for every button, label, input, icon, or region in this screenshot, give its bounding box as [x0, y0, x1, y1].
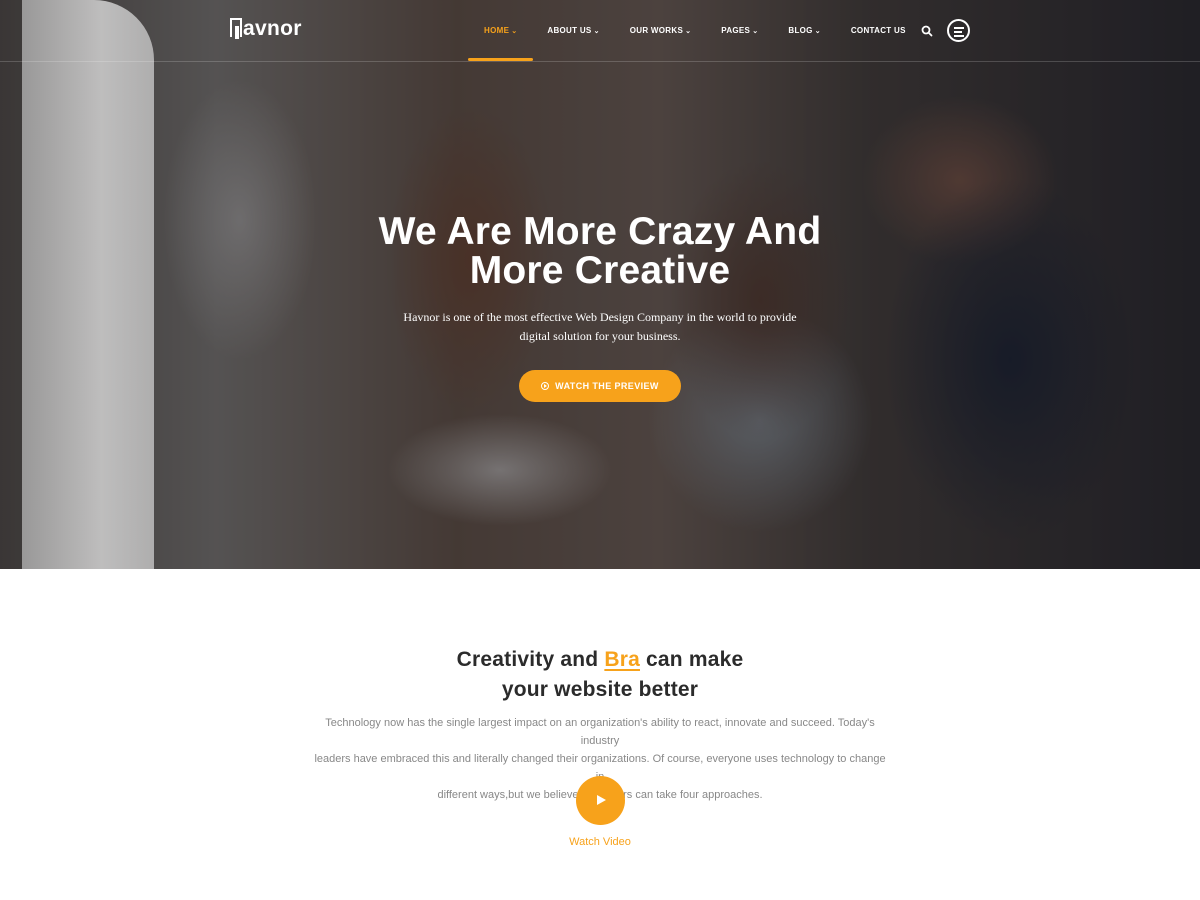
hamburger-menu-icon[interactable] — [947, 19, 970, 42]
chevron-down-icon: ⌄ — [752, 28, 759, 35]
section-heading-line: your website better — [501, 678, 699, 701]
heading-text: can make — [639, 648, 744, 671]
brand-name: avnor — [243, 17, 302, 40]
search-icon[interactable] — [921, 24, 933, 37]
top-navbar: avnor HOME ⌄ ABOUT US ⌄ OUR WORKS ⌄ PAGES ⌄ … — [0, 0, 1200, 62]
chevron-down-icon: ⌄ — [593, 28, 600, 35]
description-line: Technology now has the single largest im… — [325, 717, 875, 747]
nav-item-blog[interactable]: BLOG ⌄ — [788, 0, 820, 62]
heading-text: Creativity and — [456, 648, 605, 671]
hero-subtitle: Havnor is one of the most effective Web … — [0, 308, 1200, 346]
nav-item-about-us[interactable]: ABOUT US ⌄ — [547, 0, 599, 62]
chevron-down-icon: ⌄ — [814, 28, 821, 35]
hero-content: We Are More Crazy And More Creative Havn… — [0, 212, 1200, 402]
logo-mark-icon — [230, 18, 242, 39]
nav-label: PAGES — [721, 26, 751, 35]
watch-video-link[interactable]: Watch Video — [0, 836, 1200, 848]
chevron-down-icon: ⌄ — [685, 28, 692, 35]
section-heading-line: Creativity and Bra can make — [0, 645, 1200, 675]
about-section: Creativity and Bra can make your website… — [0, 569, 1200, 900]
hero-title-line: We Are More Crazy And — [378, 210, 822, 253]
chevron-down-icon: ⌄ — [511, 28, 518, 35]
watch-preview-button[interactable]: WATCH THE PREVIEW — [519, 370, 681, 402]
hero-title-line: More Creative — [469, 249, 731, 292]
hero-subtitle-line: digital solution for your business. — [519, 329, 681, 343]
nav-label: CONTACT US — [850, 26, 906, 35]
nav-label: BLOG — [788, 26, 813, 35]
nav-item-our-works[interactable]: OUR WORKS ⌄ — [630, 0, 692, 62]
nav-item-pages[interactable]: PAGES ⌄ — [721, 0, 758, 62]
nav-label: HOME — [484, 26, 510, 35]
heading-accent-word: Bra — [604, 648, 640, 671]
section-heading: Creativity and Bra can make your website… — [0, 645, 1200, 705]
hero-subtitle-line: Havnor is one of the most effective Web … — [403, 310, 797, 324]
play-video-button[interactable] — [576, 776, 625, 825]
nav-item-home[interactable]: HOME ⌄ — [467, 0, 534, 62]
brand-logo[interactable]: avnor — [230, 17, 302, 41]
nav-label: ABOUT US — [547, 26, 592, 35]
main-nav: HOME ⌄ ABOUT US ⌄ OUR WORKS ⌄ PAGES ⌄ BLOG ⌄ … — [467, 0, 936, 62]
nav-label: OUR WORKS — [629, 26, 684, 35]
watch-preview-label: WATCH THE PREVIEW — [555, 381, 659, 391]
hero-title: We Are More Crazy And More Creative — [0, 212, 1200, 290]
play-circle-icon — [541, 382, 550, 390]
hero-section: avnor HOME ⌄ ABOUT US ⌄ OUR WORKS ⌄ PAGES ⌄ … — [0, 0, 1200, 569]
nav-item-contact-us[interactable]: CONTACT US — [851, 0, 906, 62]
